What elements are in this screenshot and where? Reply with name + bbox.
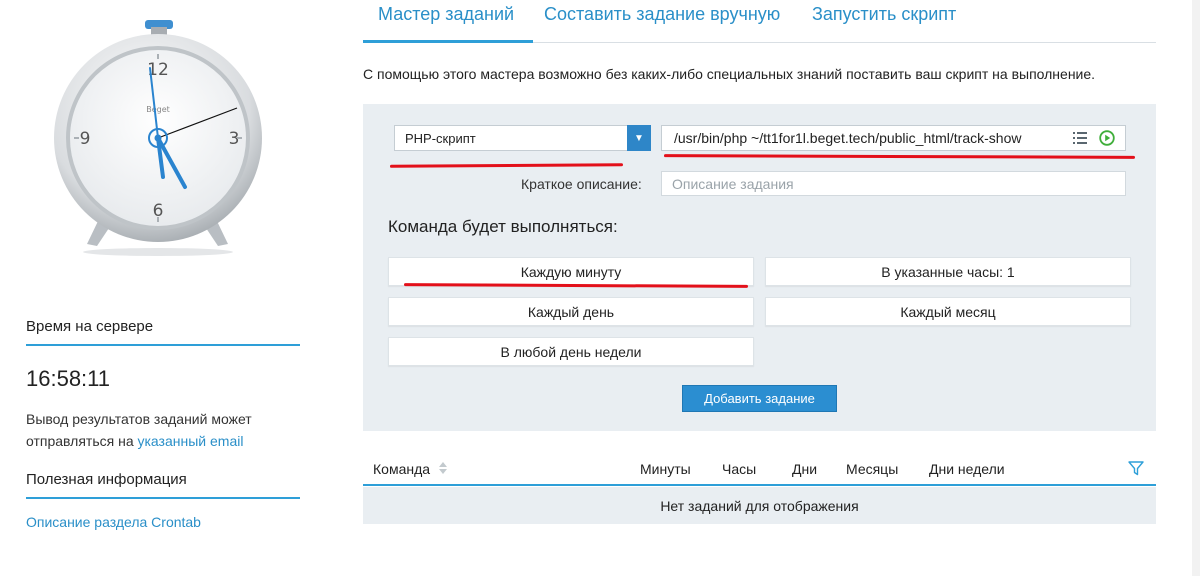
active-tab-indicator	[363, 40, 533, 43]
server-time: 16:58:11	[26, 366, 111, 391]
tasks-table-header: Команда Минуты Часы Дни Месяцы Дни недел…	[363, 451, 1156, 486]
wizard-description: С помощью этого мастера возможно без как…	[363, 66, 1096, 82]
wizard-panel: PHP-скрипт ▼ /usr/bin/php ~/tt1for1l.beg…	[363, 104, 1156, 431]
tab-task-wizard[interactable]: Мастер заданий	[378, 4, 514, 25]
list-icon[interactable]	[1073, 131, 1087, 145]
schedule-every-month-button[interactable]: Каждый месяц	[765, 297, 1131, 326]
output-note: Вывод результатов заданий может отправля…	[26, 408, 296, 452]
column-days: Дни	[792, 461, 818, 477]
short-description-field[interactable]	[661, 171, 1126, 196]
column-months: Месяцы	[846, 461, 899, 477]
schedule-every-minute-button[interactable]: Каждую минуту	[388, 257, 754, 286]
schedule-hours-button[interactable]: В указанные часы: 1	[765, 257, 1131, 286]
clock-brand: Beget	[146, 105, 170, 114]
tab-manual-task[interactable]: Составить задание вручную	[544, 4, 780, 25]
filter-icon[interactable]	[1128, 460, 1144, 476]
clock-icon: 12 3 6 9 Beget	[54, 20, 262, 256]
tab-run-script[interactable]: Запустить скрипт	[812, 4, 956, 25]
execution-schedule-heading: Команда будет выполняться:	[388, 217, 618, 236]
command-input[interactable]: /usr/bin/php ~/tt1for1l.beget.tech/publi…	[661, 125, 1126, 151]
play-icon[interactable]	[1099, 130, 1115, 146]
column-hours: Часы	[722, 461, 757, 477]
chevron-down-icon[interactable]: ▼	[627, 125, 651, 151]
column-weekdays: Дни недели	[929, 461, 1005, 477]
crontab-description-link[interactable]: Описание раздела Crontab	[26, 514, 201, 530]
sort-icon[interactable]	[438, 461, 448, 475]
schedule-every-day-button[interactable]: Каждый день	[388, 297, 754, 326]
useful-info-heading: Полезная информация	[26, 471, 300, 499]
command-value: /usr/bin/php ~/tt1for1l.beget.tech/publi…	[674, 130, 1022, 146]
schedule-weekday-button[interactable]: В любой день недели	[388, 337, 754, 366]
tab-bar: Мастер заданий Составить задание вручную…	[363, 0, 1156, 43]
short-description-input[interactable]	[662, 172, 1125, 195]
server-time-heading: Время на сервере	[26, 318, 300, 346]
script-type-value: PHP-скрипт	[405, 131, 476, 146]
short-description-label: Краткое описание:	[521, 176, 642, 192]
clock-numeral-9: 9	[80, 129, 91, 149]
add-task-button[interactable]: Добавить задание	[682, 385, 837, 412]
script-type-select[interactable]: PHP-скрипт ▼	[394, 125, 651, 151]
column-command[interactable]: Команда	[373, 461, 430, 477]
page-scrollbar[interactable]	[1192, 0, 1200, 576]
table-empty-message: Нет заданий для отображения	[363, 487, 1156, 524]
email-link[interactable]: указанный email	[138, 433, 244, 449]
column-minutes: Минуты	[640, 461, 691, 477]
